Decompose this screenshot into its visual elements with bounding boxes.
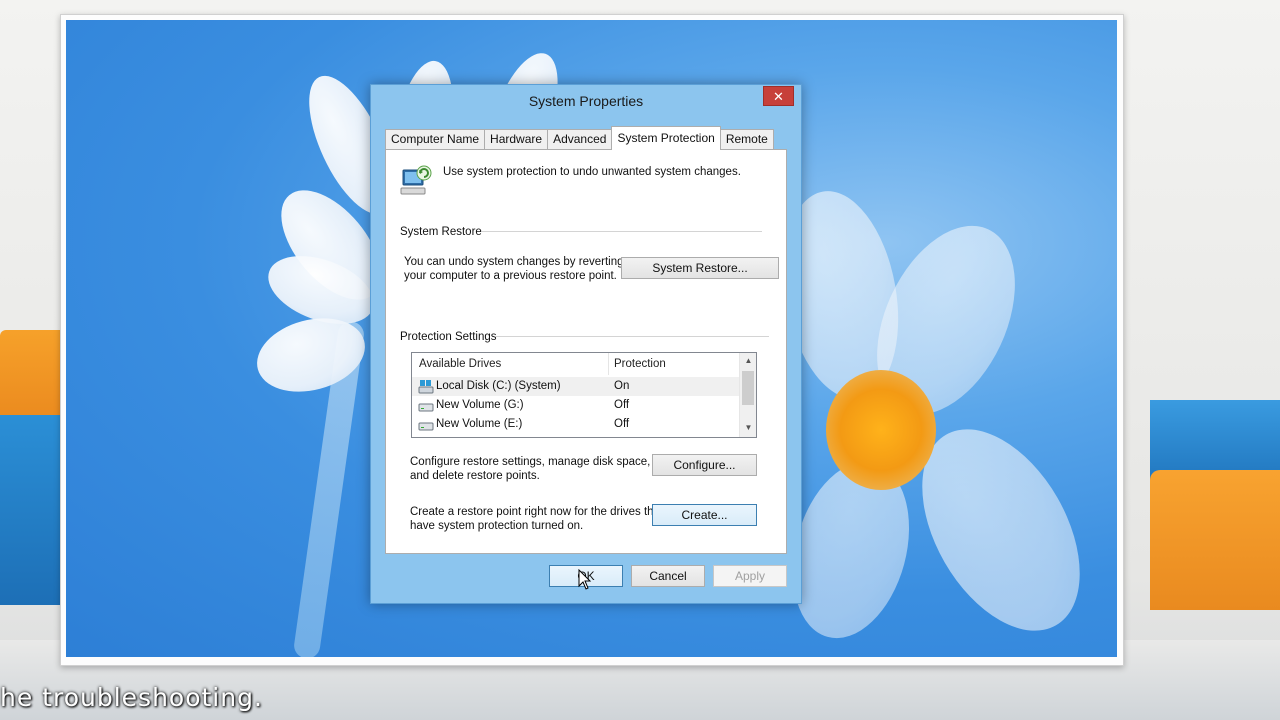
- flower-center: [826, 370, 936, 490]
- drive-protection-status: Off: [614, 399, 630, 411]
- tab-advanced[interactable]: Advanced: [547, 129, 613, 150]
- group-divider: [496, 336, 769, 337]
- dialog-footer: OK Cancel Apply: [371, 555, 801, 605]
- drive-protection-status: Off: [614, 418, 630, 430]
- system-restore-description-2: your computer to a previous restore poin…: [404, 270, 617, 282]
- protection-settings-group-label: Protection Settings: [400, 331, 497, 343]
- drives-list-header: Available Drives Protection: [412, 353, 740, 375]
- system-protection-icon: [400, 164, 432, 198]
- cancel-button[interactable]: Cancel: [631, 565, 705, 587]
- drive-name: New Volume (E:): [436, 418, 523, 430]
- drives-scrollbar[interactable]: ▲ ▼: [739, 353, 756, 437]
- create-button[interactable]: Create...: [652, 504, 757, 526]
- configure-description-1: Configure restore settings, manage disk …: [410, 456, 651, 468]
- system-drive-icon: [418, 379, 434, 397]
- configure-button[interactable]: Configure...: [652, 454, 757, 476]
- tab-strip: Computer Name Hardware Advanced System P…: [385, 126, 774, 150]
- scroll-up-arrow-icon[interactable]: ▲: [740, 356, 756, 365]
- configure-description-2: and delete restore points.: [410, 470, 540, 482]
- video-caption: he troubleshooting.: [0, 683, 263, 712]
- column-available-drives[interactable]: Available Drives: [419, 358, 501, 370]
- close-button[interactable]: ✕: [763, 86, 794, 106]
- system-restore-description-1: You can undo system changes by reverting: [404, 256, 624, 268]
- dialog-title: System Properties: [528, 93, 644, 109]
- group-divider: [482, 231, 762, 232]
- column-protection[interactable]: Protection: [614, 358, 666, 370]
- drive-name: New Volume (G:): [436, 399, 524, 411]
- tab-hardware[interactable]: Hardware: [484, 129, 549, 150]
- create-description-1: Create a restore point right now for the…: [410, 506, 664, 518]
- tab-system-protection[interactable]: System Protection: [611, 126, 721, 150]
- drive-icon: [418, 400, 434, 415]
- orange-couch-right: [1150, 470, 1280, 610]
- drive-row[interactable]: Local Disk (C:) (System) On: [412, 377, 740, 396]
- system-properties-dialog: System Properties ✕ Computer Name Hardwa…: [370, 84, 802, 604]
- create-description-2: have system protection turned on.: [410, 520, 584, 532]
- tab-computer-name[interactable]: Computer Name: [385, 129, 486, 150]
- drives-list[interactable]: Available Drives Protection Local Disk (…: [411, 352, 757, 438]
- drive-row[interactable]: New Volume (E:) Off: [412, 415, 740, 434]
- title-bar[interactable]: System Properties ✕: [371, 85, 801, 119]
- intro-text: Use system protection to undo unwanted s…: [443, 166, 741, 178]
- drive-row[interactable]: New Volume (G:) Off: [412, 396, 740, 415]
- drive-icon: [418, 419, 434, 434]
- drive-protection-status: On: [614, 380, 630, 392]
- system-restore-group-label: System Restore: [400, 226, 482, 238]
- column-divider: [608, 353, 609, 375]
- system-restore-button[interactable]: System Restore...: [621, 257, 779, 279]
- system-protection-panel: Use system protection to undo unwanted s…: [385, 149, 787, 554]
- apply-button[interactable]: Apply: [713, 565, 787, 587]
- mouse-cursor-icon: [578, 568, 592, 596]
- drive-name: Local Disk (C:) (System): [436, 380, 561, 392]
- scroll-thumb[interactable]: [742, 371, 754, 405]
- scroll-down-arrow-icon[interactable]: ▼: [740, 423, 756, 432]
- tab-remote[interactable]: Remote: [719, 129, 774, 150]
